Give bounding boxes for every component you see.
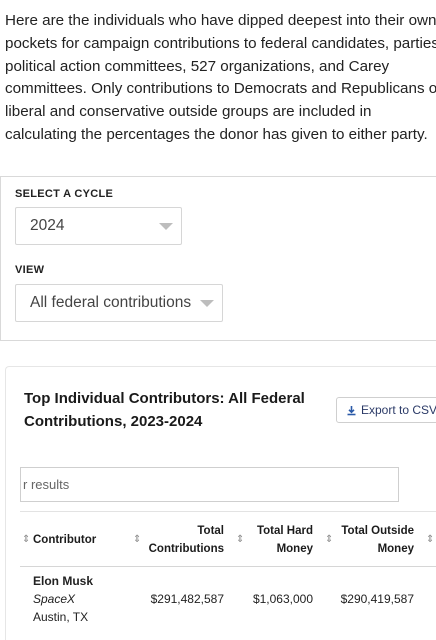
column-header-total-outside-money[interactable]: Total Outside Money (336, 522, 414, 558)
contributors-table-card: Top Individual Contributors: All Federal… (5, 366, 436, 640)
sort-arrows-icon[interactable]: ⇕ (325, 535, 333, 545)
intro-paragraph: Here are the individuals who have dipped… (5, 12, 436, 143)
view-select-value: All federal contributions (30, 294, 192, 311)
column-header-total-contributions[interactable]: Total Contributions (144, 522, 224, 558)
total-outside-money-value: $290,419,587 (340, 592, 414, 606)
search-input[interactable]: r results (20, 467, 399, 502)
sort-arrows-icon[interactable]: ⇕ (236, 535, 244, 545)
sort-arrows-icon[interactable]: ⇕ (22, 535, 30, 545)
table-title: Top Individual Contributors: All Federal… (24, 390, 305, 430)
chevron-down-icon (159, 223, 173, 230)
column-header-total-hard-money[interactable]: Total Hard Money (248, 522, 313, 558)
contributor-name[interactable]: Elon Musk (33, 574, 93, 588)
total-contributions-value: $291,482,587 (150, 592, 224, 606)
contributor-employer: SpaceX (33, 592, 76, 606)
filters-panel: SELECT A CYCLE 2024 VIEW All federal con… (0, 176, 436, 341)
export-csv-button[interactable]: Export to CSV (336, 397, 436, 423)
total-hard-money-value: $1,063,000 (252, 592, 313, 606)
export-csv-label: Export to CSV (361, 403, 436, 417)
cycle-label: SELECT A CYCLE (15, 188, 114, 200)
view-select[interactable]: All federal contributions (15, 284, 223, 322)
column-header-contributor[interactable]: Contributor (33, 531, 96, 549)
contributor-location: Austin, TX (33, 610, 89, 624)
sort-arrows-icon[interactable]: ⇕ (426, 535, 434, 545)
cycle-select-value: 2024 (30, 217, 65, 234)
cycle-select[interactable]: 2024 (15, 207, 182, 245)
download-icon (347, 405, 356, 415)
view-label: VIEW (15, 264, 45, 276)
chevron-down-icon (200, 300, 214, 307)
search-placeholder: r results (23, 477, 70, 492)
table-header: ⇕ Contributor ⇕ Total Contributions ⇕ To… (20, 511, 436, 567)
sort-arrows-icon[interactable]: ⇕ (133, 535, 141, 545)
table-row: Elon Musk SpaceX Austin, TX $291,482,587… (20, 567, 436, 640)
